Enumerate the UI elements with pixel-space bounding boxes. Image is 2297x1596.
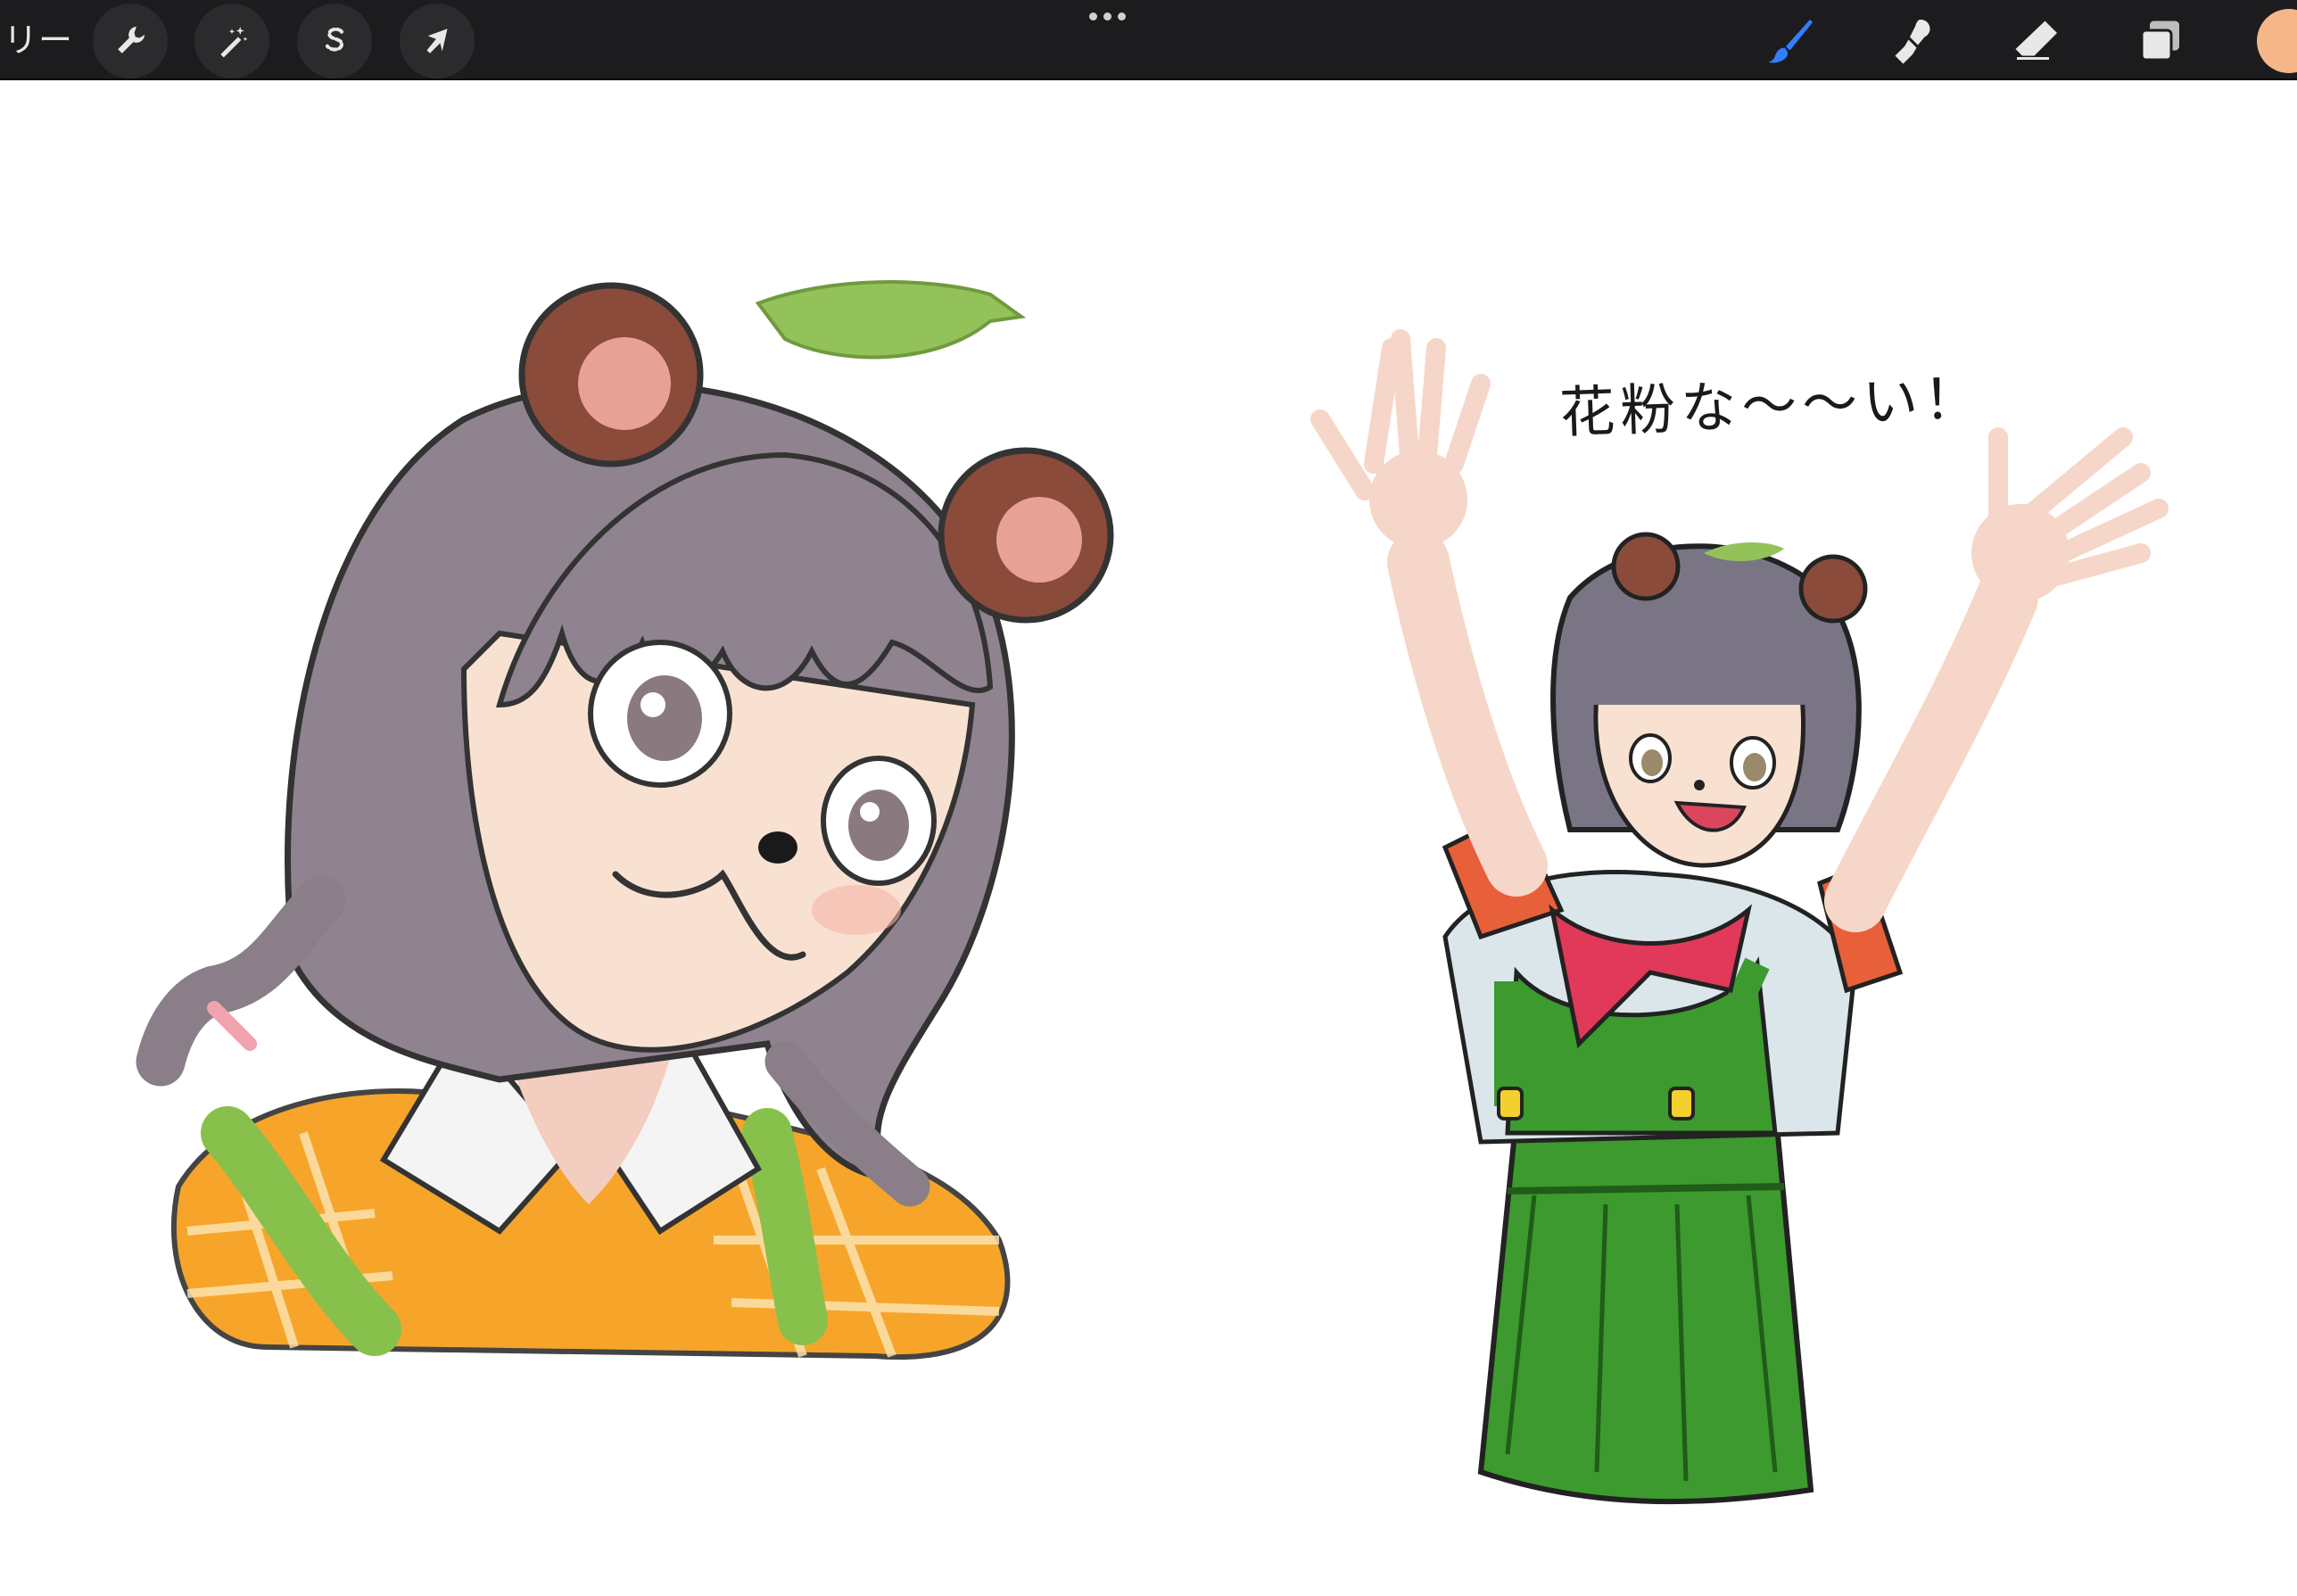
drawing-canvas[interactable]: 花粉な〜〜い！ (0, 80, 2297, 1596)
arrow-cursor-icon[interactable] (400, 4, 475, 79)
speech-caption: 花粉な〜〜い！ (1558, 365, 1986, 446)
brush-icon[interactable] (1756, 5, 1827, 77)
right-character-cheering (1310, 329, 2169, 1505)
eraser-icon[interactable] (2000, 5, 2071, 77)
selection-s-icon[interactable] (297, 4, 372, 79)
color-swatch[interactable] (2257, 9, 2297, 73)
more-dots-icon[interactable] (1085, 2, 1129, 30)
magic-wand-icon[interactable] (194, 4, 269, 79)
artwork (136, 280, 2169, 1505)
left-character-portrait (136, 280, 1114, 1360)
top-toolbar: リー (0, 0, 2297, 80)
smudge-icon[interactable] (1877, 5, 1948, 77)
gallery-button[interactable]: リー (4, 12, 73, 62)
wrench-icon[interactable] (93, 4, 168, 79)
layers-icon[interactable] (2125, 5, 2196, 77)
